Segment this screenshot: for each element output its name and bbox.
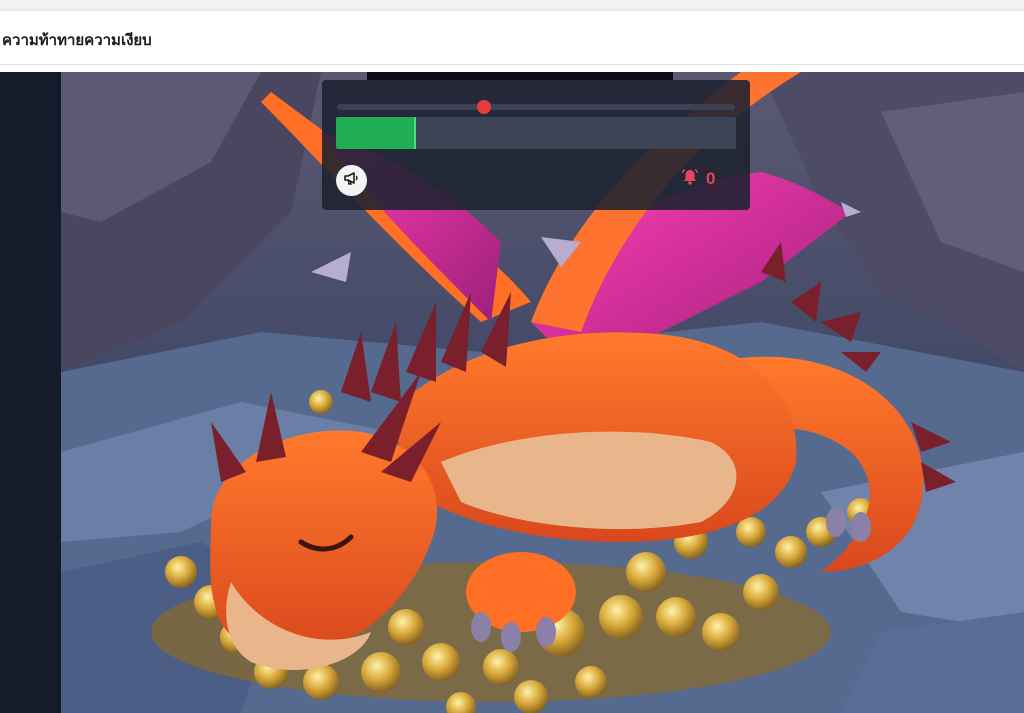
announce-button[interactable] xyxy=(336,165,367,196)
page-header: ความท้าทายความเงียบ xyxy=(0,11,1024,65)
page-title: ความท้าทายความเงียบ xyxy=(2,31,152,49)
bell-alert-icon xyxy=(680,167,700,192)
browser-top-strip xyxy=(0,0,1024,11)
noise-meter-fill xyxy=(336,117,416,149)
megaphone-icon xyxy=(342,168,362,193)
volume-slider[interactable] xyxy=(337,100,735,114)
hud-top-notch xyxy=(367,72,673,80)
alert-count: 0 xyxy=(706,169,716,188)
alert-counter: 0 xyxy=(680,168,715,190)
noise-meter xyxy=(336,117,736,149)
